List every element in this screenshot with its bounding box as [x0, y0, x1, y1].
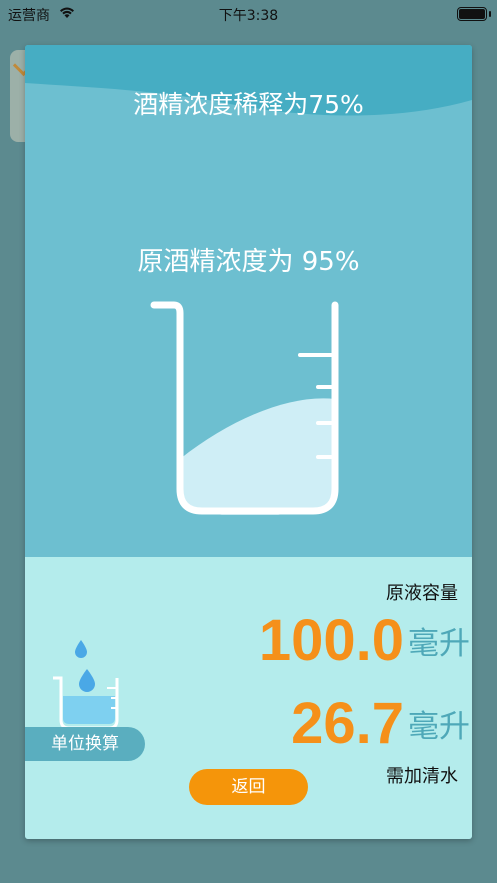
water-row: 26.7 毫升: [291, 690, 470, 757]
volume-row: 100.0 毫升: [259, 607, 470, 674]
status-time: 下午3:38: [218, 8, 279, 24]
small-beaker-icon: [53, 640, 119, 730]
status-bar: 运营商 下午3:38: [0, 0, 497, 28]
original-concentration: 原酒精浓度为 95%: [137, 247, 360, 277]
volume-unit: 毫升: [408, 626, 470, 662]
dilution-result-modal: 酒精浓度稀释为75% 原酒精浓度为 95% 单位换算 原液容量 100.0 毫升 …: [25, 45, 472, 839]
volume-label: 原液容量: [386, 583, 458, 604]
water-unit: 毫升: [408, 709, 470, 745]
result-panel: 单位换算 原液容量 100.0 毫升 26.7 毫升 需加清水 返回: [25, 557, 472, 839]
battery-icon: [457, 7, 491, 21]
beaker-icon: [150, 301, 339, 515]
modal-title: 酒精浓度稀释为75%: [133, 90, 364, 119]
unit-convert-button[interactable]: 单位换算: [25, 727, 145, 761]
water-label: 需加清水: [386, 766, 458, 787]
back-button[interactable]: 返回: [189, 769, 308, 805]
volume-value: 100.0: [258, 608, 404, 673]
water-value: 26.7: [291, 691, 404, 756]
